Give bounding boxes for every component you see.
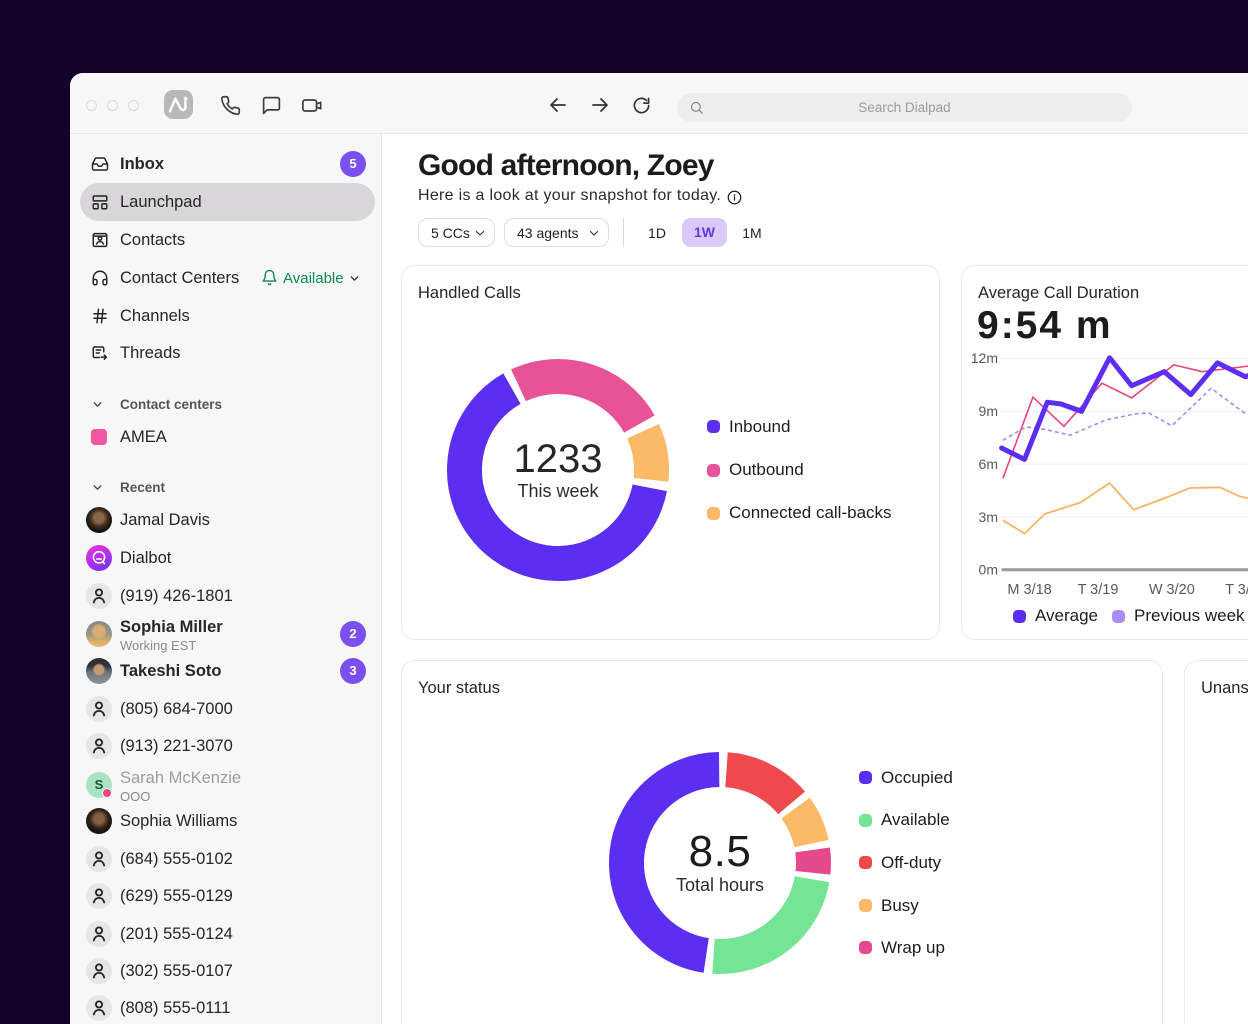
svg-text:6m: 6m xyxy=(979,456,998,472)
svg-text:0m: 0m xyxy=(979,562,998,578)
svg-text:M 3/18: M 3/18 xyxy=(1007,582,1051,598)
svg-text:W 3/20: W 3/20 xyxy=(1149,582,1195,598)
svg-text:T 3/21: T 3/21 xyxy=(1225,582,1248,598)
svg-text:3m: 3m xyxy=(979,509,998,525)
svg-text:12m: 12m xyxy=(971,350,998,366)
svg-text:9m: 9m xyxy=(979,403,998,419)
svg-text:T 3/19: T 3/19 xyxy=(1078,582,1119,598)
